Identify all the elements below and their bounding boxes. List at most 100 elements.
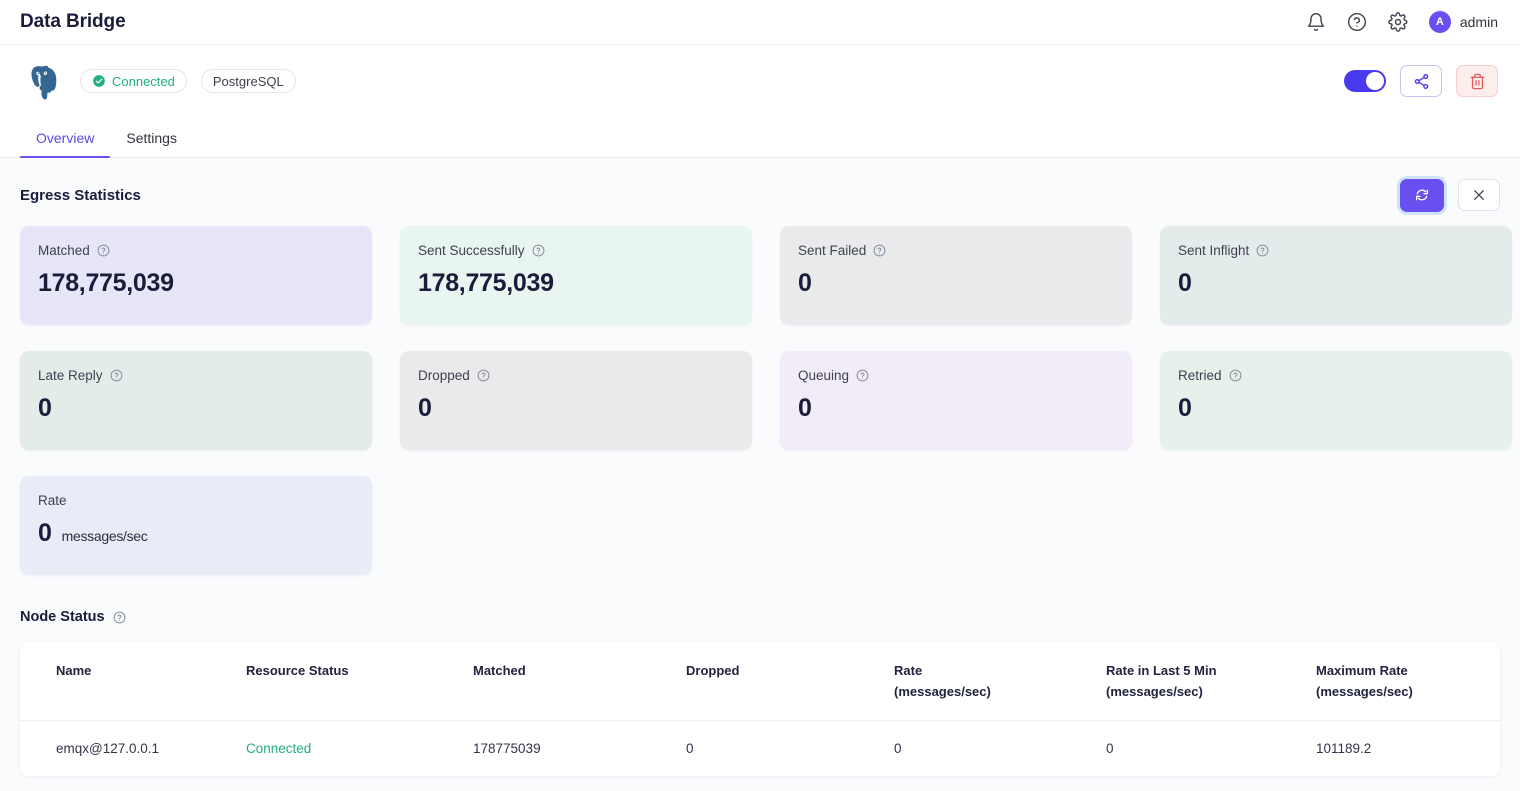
column-header-line: (messages/sec) <box>1316 684 1413 700</box>
help-icon[interactable] <box>1229 369 1242 382</box>
close-button[interactable] <box>1458 179 1500 211</box>
metric-card-unit: messages/sec <box>61 528 148 544</box>
section-title: Egress Statistics <box>20 186 141 204</box>
column-header-line: Matched <box>473 663 526 678</box>
metric-card-value-row: 0 <box>1178 394 1494 423</box>
check-circle-icon <box>93 75 105 87</box>
metric-card: Retried 0 <box>1160 351 1512 450</box>
user-name: admin <box>1459 14 1498 30</box>
share-icon <box>1414 73 1428 89</box>
metric-card-value: 0 <box>418 394 432 422</box>
table-column-header: Rate (messages/sec) <box>878 642 1090 721</box>
metric-card-value-row: 0 messages/sec <box>38 519 354 548</box>
help-icon[interactable] <box>532 244 545 257</box>
table-head: Name Resource Status Matched Dropped Rate (me… <box>20 642 1500 721</box>
metric-card-value-row: 178,775,039 <box>38 269 354 298</box>
help-icon[interactable] <box>113 611 126 624</box>
metric-card-value: 0 <box>1178 394 1192 422</box>
table-column-header: Dropped <box>670 642 878 721</box>
metric-card-value-row: 0 <box>418 394 734 423</box>
table-body: emqx@127.0.0.1 Connected 178775039 0 0 0 10118… <box>20 720 1500 776</box>
metric-card-value: 0 <box>798 394 812 422</box>
metric-card-value-row: 0 <box>1178 269 1494 298</box>
metric-card-label-row: Sent Inflight <box>1178 243 1494 258</box>
tab-bar: Overview Settings <box>0 117 1520 158</box>
metric-card-label: Sent Failed <box>798 243 867 258</box>
status-badge: Connected <box>80 69 187 93</box>
user-menu[interactable]: A admin <box>1428 11 1498 33</box>
table-cell-resource-status: Connected <box>246 740 312 756</box>
column-header-line: Dropped <box>686 663 740 678</box>
metric-card-label-row: Retried <box>1178 368 1494 383</box>
help-icon[interactable] <box>1347 12 1367 32</box>
table-column-header: Matched <box>457 642 670 721</box>
toggle-knob <box>1366 72 1384 90</box>
metric-card-label-row: Sent Successfully <box>418 243 734 258</box>
metric-card-label-row: Rate <box>38 493 354 508</box>
refresh-icon <box>1416 189 1428 201</box>
egress-statistics-header: Egress Statistics <box>20 178 1500 212</box>
help-icon[interactable] <box>110 369 123 382</box>
node-status-table-container: Name Resource Status Matched Dropped Rate (me… <box>20 642 1500 776</box>
header-actions: A admin <box>1306 11 1498 33</box>
column-header-line: Rate <box>894 663 923 678</box>
column-header-line: (messages/sec) <box>894 684 991 700</box>
metric-card-label: Late Reply <box>38 368 103 383</box>
table-cell-max-rate: 101189.2 <box>1316 740 1372 756</box>
status-badge-label: Connected <box>112 73 175 89</box>
metric-card-label: Dropped <box>418 368 470 383</box>
metric-card-label-row: Matched <box>38 243 354 258</box>
metric-card-label: Queuing <box>798 368 850 383</box>
share-button[interactable] <box>1400 65 1442 97</box>
table-cell-name: emqx@127.0.0.1 <box>56 740 160 756</box>
node-status-title: Node Status <box>20 609 105 625</box>
metric-card-label: Sent Inflight <box>1178 243 1250 258</box>
metric-card-value: 178,775,039 <box>38 269 174 297</box>
metric-card-value: 0 <box>38 519 52 547</box>
bell-icon[interactable] <box>1306 12 1326 32</box>
metric-card: Sent Failed 0 <box>780 226 1132 325</box>
column-header-line: Rate in Last 5 Min <box>1106 663 1217 678</box>
help-icon[interactable] <box>1256 244 1269 257</box>
gear-icon[interactable] <box>1388 12 1408 32</box>
help-icon[interactable] <box>856 369 869 382</box>
table-cell-rate-last-5min: 0 <box>1106 740 1114 756</box>
table-cell-rate: 0 <box>894 740 902 756</box>
metric-card-label-row: Late Reply <box>38 368 354 383</box>
metric-card-value: 0 <box>1178 269 1192 297</box>
delete-button[interactable] <box>1456 65 1498 97</box>
table-row: emqx@127.0.0.1 Connected 178775039 0 0 0 10118… <box>20 720 1500 776</box>
metric-card-value: 0 <box>38 394 52 422</box>
metric-card: Late Reply 0 <box>20 351 372 450</box>
metric-card-label: Rate <box>38 493 67 508</box>
tab-settings[interactable]: Settings <box>110 130 193 157</box>
node-status-table: Name Resource Status Matched Dropped Rate (me… <box>20 642 1500 776</box>
metric-card-label-row: Dropped <box>418 368 734 383</box>
tab-overview[interactable]: Overview <box>20 130 111 158</box>
section-actions <box>1400 178 1500 212</box>
help-icon[interactable] <box>477 369 490 382</box>
table-column-header: Rate in Last 5 Min (messages/sec) <box>1090 642 1300 721</box>
enable-toggle[interactable] <box>1344 70 1386 92</box>
avatar: A <box>1428 11 1451 33</box>
help-icon[interactable] <box>873 244 886 257</box>
postgresql-elephant-logo <box>31 65 57 100</box>
metric-card-value-row: 0 <box>798 394 1114 423</box>
column-header-line: Maximum Rate <box>1316 663 1408 678</box>
metric-card-value-row: 0 <box>798 269 1114 298</box>
metric-card-label-row: Queuing <box>798 368 1114 383</box>
help-icon[interactable] <box>97 244 110 257</box>
metric-card: Queuing 0 <box>780 351 1132 450</box>
main-content: Egress Statistics Matched 178,775,039 Sent… <box>0 158 1520 791</box>
metric-card: Sent Inflight 0 <box>1160 226 1512 325</box>
table-column-header: Maximum Rate (messages/sec) <box>1300 642 1500 721</box>
trash-icon <box>1469 73 1485 89</box>
top-header-bar: Data Bridge A admin <box>0 0 1520 45</box>
metric-card-value-row: 0 <box>38 394 354 423</box>
table-column-header: Resource Status <box>230 642 457 721</box>
refresh-button[interactable] <box>1400 178 1444 212</box>
node-status-header: Node Status <box>20 609 1500 625</box>
table-cell-matched: 178775039 <box>473 740 541 756</box>
metric-card-grid: Matched 178,775,039 Sent Successfully 178,7… <box>20 226 1512 575</box>
metric-card-label: Retried <box>1178 368 1222 383</box>
